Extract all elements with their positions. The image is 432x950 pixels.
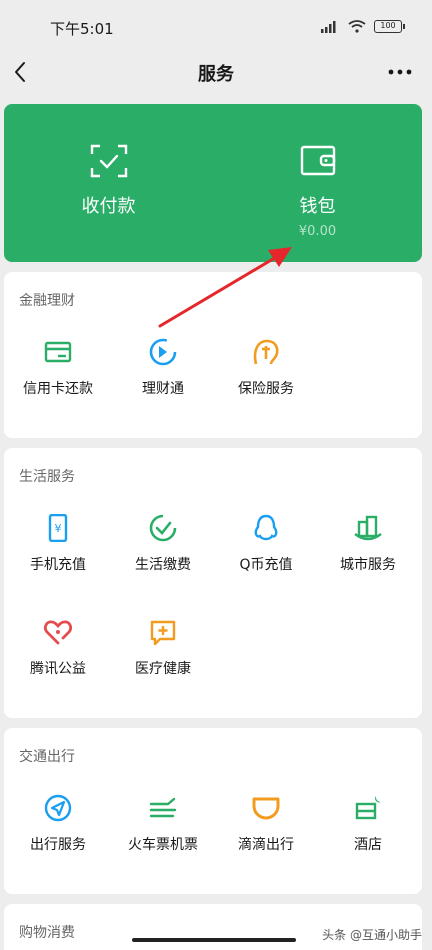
svg-text:¥: ¥ [55,522,62,535]
hotel-tile[interactable]: 酒店 [316,794,420,874]
medical-health-label: 医疗健康 [135,661,191,677]
battery-icon: 100 [374,20,405,33]
wallet-balance: ¥0.00 [298,224,337,239]
phone-yen-icon: ¥ [48,514,68,542]
status-icons: 100 [320,20,405,33]
utility-bills-tile[interactable]: 生活缴费 [111,514,215,594]
train-flight-tile[interactable]: 火车票机票 [111,794,215,874]
credit-card-repay-label: 信用卡还款 [23,381,93,397]
signal-icon [321,21,336,33]
wealth-tile[interactable]: 理财通 [111,338,215,418]
medical-health-tile[interactable]: 医疗健康 [111,618,215,698]
wallet-label: 钱包 [299,196,336,217]
wallet-button[interactable]: 钱包 ¥0.00 [213,104,422,262]
status-time: 下午5:01 [50,20,114,38]
charity-label: 腾讯公益 [30,661,86,677]
heart-icon [43,620,73,645]
wallet-icon [300,145,335,176]
train-plane-icon [149,797,177,818]
pay-collect-button[interactable]: 收付款 [4,104,213,262]
finance-section-title: 金融理财 [19,293,75,309]
charity-tile[interactable]: 腾讯公益 [6,618,110,698]
wifi-icon [348,20,366,33]
wealth-label: 理财通 [142,381,184,397]
finance-section: 金融理财 信用卡还款 理财通 保险服务 [4,272,422,438]
payment-hero: 收付款 钱包 ¥0.00 [4,104,422,262]
city-buildings-icon [354,515,382,541]
life-section-title: 生活服务 [19,469,75,485]
travel-section: 交通出行 出行服务 火车票机票 滴滴出行 酒店 [4,728,422,894]
insurance-tile[interactable]: 保险服务 [214,338,318,418]
city-services-tile[interactable]: 城市服务 [316,514,420,594]
insurance-icon [253,339,279,365]
didi-tile[interactable]: 滴滴出行 [214,794,318,874]
didi-icon [252,797,280,820]
battery-level: 100 [380,21,396,30]
life-services-section: 生活服务 ¥ 手机充值 生活缴费 Q币充值 城市服务 腾讯公益 医疗健康 [4,448,422,718]
mobile-topup-label: 手机充值 [30,557,86,573]
shopping-section-title: 购物消费 [19,925,75,941]
travel-section-title: 交通出行 [19,749,75,765]
medical-kit-icon [150,620,176,646]
city-services-label: 城市服务 [340,557,396,573]
navigation-arrow-icon [44,794,72,822]
page-title: 服务 [198,64,234,85]
qcoin-topup-label: Q币充值 [239,557,293,573]
ride-services-label: 出行服务 [30,837,86,853]
more-dots-icon [388,69,412,75]
didi-label: 滴滴出行 [238,837,294,853]
pay-collect-label: 收付款 [81,196,136,217]
check-circle-icon [149,514,177,542]
ride-services-tile[interactable]: 出行服务 [6,794,110,874]
hotel-bed-icon [355,796,381,820]
insurance-label: 保险服务 [238,381,294,397]
qcoin-topup-tile[interactable]: Q币充值 [214,514,318,594]
watermark-text: 头条 @互通小助手 [322,928,422,942]
credit-card-repay-tile[interactable]: 信用卡还款 [6,338,110,418]
hotel-label: 酒店 [354,837,382,853]
scan-pay-icon [90,144,127,178]
wealth-icon [149,338,177,366]
more-button[interactable] [386,60,414,84]
train-flight-label: 火车票机票 [128,837,198,853]
utility-bills-label: 生活缴费 [135,557,191,573]
home-indicator[interactable] [132,938,296,942]
mobile-topup-tile[interactable]: ¥ 手机充值 [6,514,110,594]
status-bar: 下午5:01 100 [0,0,432,52]
nav-bar: 服务 [0,52,432,92]
credit-card-icon [44,341,72,363]
penguin-icon [254,514,278,541]
